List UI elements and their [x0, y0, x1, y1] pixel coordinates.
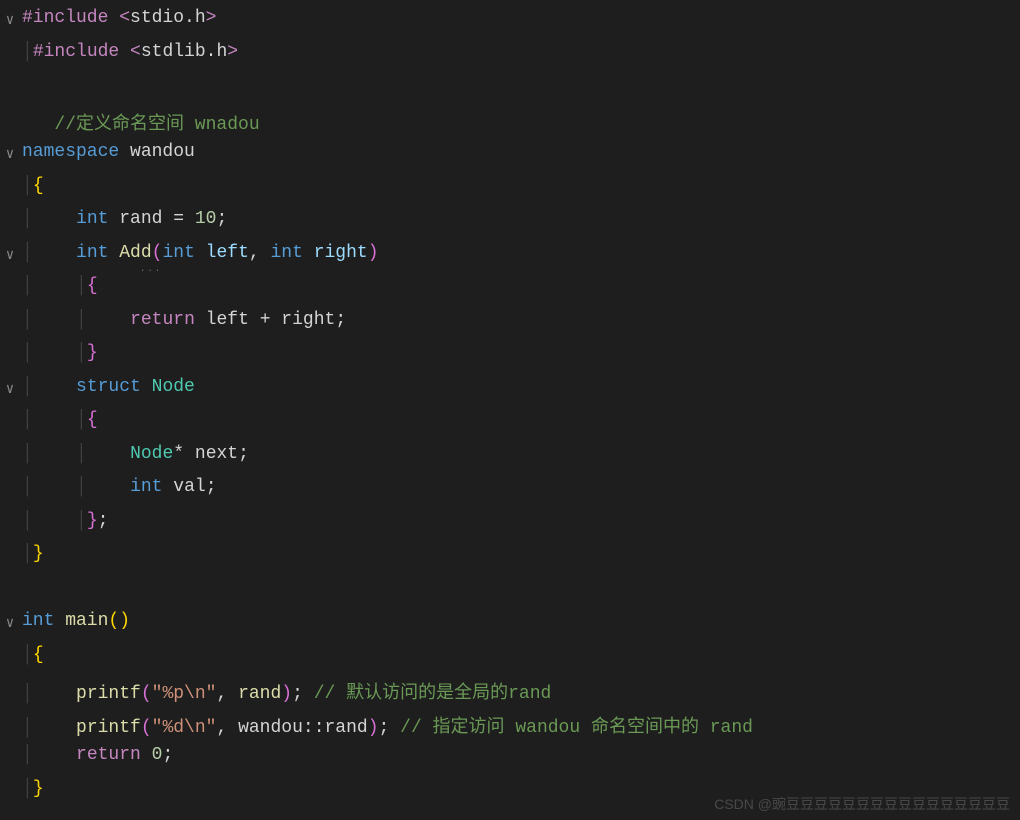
code-editor[interactable]: ∨ #include <stdio.h> │#include <stdlib.h…	[0, 0, 1020, 812]
comment: // 指定访问 wandou 命名空间中的 rand	[400, 718, 753, 738]
code-line[interactable]: │}	[0, 544, 1020, 578]
code-line[interactable]	[0, 578, 1020, 612]
code-line[interactable]	[0, 75, 1020, 109]
code-line[interactable]: │ │ Node* next;	[0, 444, 1020, 478]
fold-icon[interactable]: ∨	[0, 142, 20, 163]
ellipsis-hint: ...	[140, 264, 162, 274]
code-line[interactable]: │ │{	[0, 410, 1020, 444]
code-line[interactable]: │ │{	[0, 276, 1020, 310]
code-line[interactable]: │ return 0;	[0, 745, 1020, 779]
keyword: return	[130, 310, 195, 330]
code-line[interactable]: │{	[0, 176, 1020, 210]
code-line[interactable]: │#include <stdlib.h>	[0, 42, 1020, 76]
keyword: struct	[76, 377, 141, 397]
comment: //定义命名空间 wnadou	[54, 115, 259, 135]
fold-icon[interactable]: ∨	[0, 243, 20, 264]
code-line[interactable]: │ │ int val;	[0, 477, 1020, 511]
code-line[interactable]: │ │};	[0, 511, 1020, 545]
watermark: CSDN @豌豆豆豆豆豆豆豆豆豆豆豆豆豆豆豆豆	[714, 794, 1010, 814]
code-line[interactable]: │ int rand = 10;	[0, 209, 1020, 243]
comment: // 默认访问的是全局的rand	[314, 684, 552, 704]
fold-icon[interactable]: ∨	[0, 8, 20, 29]
code-line[interactable]: │ │}	[0, 343, 1020, 377]
code-line[interactable]: ∨ int main()	[0, 611, 1020, 645]
function-name: Add	[108, 243, 151, 263]
function-name: main	[54, 611, 108, 631]
directive: #include	[22, 8, 119, 28]
keyword: return	[76, 745, 141, 765]
code-line[interactable]: │ printf("%d\n", wandou::rand); // 指定访问 …	[0, 712, 1020, 746]
fold-icon[interactable]: ∨	[0, 377, 20, 398]
keyword: namespace	[22, 142, 119, 162]
fold-icon[interactable]: ∨	[0, 611, 20, 632]
gutter	[0, 42, 20, 46]
code-line[interactable]: ∨ │ struct Node	[0, 377, 1020, 411]
code-line[interactable]: │ │ return left + right;	[0, 310, 1020, 344]
code-line[interactable]: ∨ #include <stdio.h>	[0, 8, 1020, 42]
code-line[interactable]: │{	[0, 645, 1020, 679]
code-line[interactable]: │ printf("%p\n", rand); // 默认访问的是全局的rand	[0, 678, 1020, 712]
code-line[interactable]: //定义命名空间 wnadou	[0, 109, 1020, 143]
code-line[interactable]: ∨ namespace wandou	[0, 142, 1020, 176]
